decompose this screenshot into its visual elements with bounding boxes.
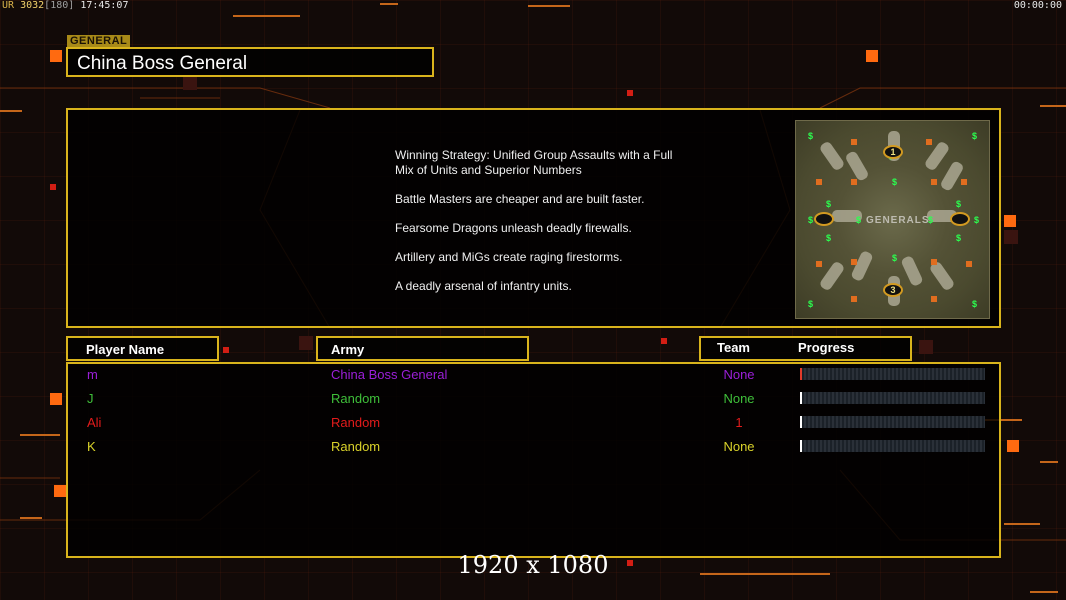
player-row[interactable]: J Random None <box>68 388 999 410</box>
building-marker <box>926 139 932 145</box>
strategy-line: Artillery and MiGs create raging firesto… <box>395 250 623 264</box>
map-ridge <box>818 260 846 292</box>
header-army-label: Army <box>331 342 365 357</box>
header-team-label: Team <box>717 340 750 355</box>
building-marker <box>961 179 967 185</box>
map-ridge <box>939 160 965 192</box>
supply-icon: $ <box>808 131 814 141</box>
strategy-line: Fearsome Dragons unleash deadly firewall… <box>395 221 632 235</box>
player-army: Random <box>331 415 381 430</box>
progress-bar <box>800 416 985 428</box>
header-player-name-label: Player Name <box>86 342 165 357</box>
supply-icon: $ <box>956 199 962 209</box>
supply-icon: $ <box>974 215 980 225</box>
player-name: K <box>87 439 96 454</box>
clock: 17:45:07 <box>80 0 129 11</box>
header-progress-label: Progress <box>798 340 855 355</box>
player-team: None <box>723 439 755 454</box>
supply-icon: $ <box>892 177 898 187</box>
general-tag: GENERAL <box>67 35 131 47</box>
spawn-point <box>814 212 834 226</box>
supply-icon: $ <box>808 215 814 225</box>
strategy-line: A deadly arsenal of infantry units. <box>395 279 572 293</box>
strategy-line: Battle Masters are cheaper and are built… <box>395 192 645 206</box>
map-ridge <box>818 140 846 172</box>
building-marker <box>816 179 822 185</box>
player-army: Random <box>331 391 381 406</box>
player-row[interactable]: Ali Random 1 <box>68 412 999 434</box>
player-army: Random <box>331 439 381 454</box>
title-box: China Boss General <box>66 47 434 77</box>
general-title: China Boss General <box>77 53 248 74</box>
fps-max: [180] <box>44 0 75 11</box>
game-timer: 00:00:00 <box>1013 0 1062 11</box>
building-marker <box>816 261 822 267</box>
general-info-panel: Winning Strategy: Unified Group Assaults… <box>66 108 1001 328</box>
map-ridge <box>850 249 874 283</box>
supply-icon: $ <box>956 233 962 243</box>
progress-bar <box>800 440 985 452</box>
supply-icon: $ <box>892 253 898 263</box>
building-marker <box>931 179 937 185</box>
map-ridge <box>844 150 870 182</box>
progress-bar <box>800 392 985 404</box>
supply-icon: $ <box>826 233 832 243</box>
building-marker <box>851 139 857 145</box>
player-team: 1 <box>735 415 743 430</box>
ur-label: UR <box>2 0 15 11</box>
progress-fill <box>800 368 802 380</box>
supply-icon: $ <box>856 215 862 225</box>
header-player-name: Player Name <box>66 336 219 361</box>
progress-bar <box>800 368 985 380</box>
player-row[interactable]: K Random None <box>68 436 999 458</box>
map-preview: $ $ $ $ $ $ $ $ $ $ $ $ $ $ $ 1 3 GENERA… <box>795 120 990 319</box>
supply-icon: $ <box>972 299 978 309</box>
building-marker <box>851 179 857 185</box>
player-name: m <box>87 367 98 382</box>
supply-icon: $ <box>972 131 978 141</box>
performance-readout: UR 3032[180] 17:45:07 <box>2 0 128 11</box>
building-marker <box>931 296 937 302</box>
spawn-point-3: 3 <box>883 283 903 297</box>
map-ridge <box>900 254 924 288</box>
fps-value-2: 32 <box>32 0 45 11</box>
player-team: None <box>723 367 755 382</box>
header-team-progress: Team Progress <box>699 336 912 361</box>
building-marker <box>931 259 937 265</box>
player-army: China Boss General <box>331 367 448 382</box>
building-marker <box>851 296 857 302</box>
header-army: Army <box>316 336 529 361</box>
fps-value: 30 <box>20 0 33 11</box>
progress-fill <box>800 392 802 404</box>
supply-icon: $ <box>826 199 832 209</box>
strategy-line: Winning Strategy: Unified Group Assaults… <box>395 148 673 177</box>
player-row[interactable]: m China Boss General None <box>68 364 999 386</box>
spawn-point-1: 1 <box>883 145 903 159</box>
supply-icon: $ <box>808 299 814 309</box>
spawn-point <box>950 212 970 226</box>
resolution-label: 1920 x 1080 <box>457 551 609 579</box>
strategy-text: Winning Strategy: Unified Group Assaults… <box>395 148 725 308</box>
player-name: J <box>87 391 94 406</box>
player-list: m China Boss General None J Random None … <box>66 362 1001 558</box>
player-name: Ali <box>87 415 102 430</box>
map-label: GENERALS <box>866 215 930 226</box>
progress-fill <box>800 416 802 428</box>
building-marker <box>966 261 972 267</box>
building-marker <box>851 259 857 265</box>
player-team: None <box>723 391 755 406</box>
progress-fill <box>800 440 802 452</box>
